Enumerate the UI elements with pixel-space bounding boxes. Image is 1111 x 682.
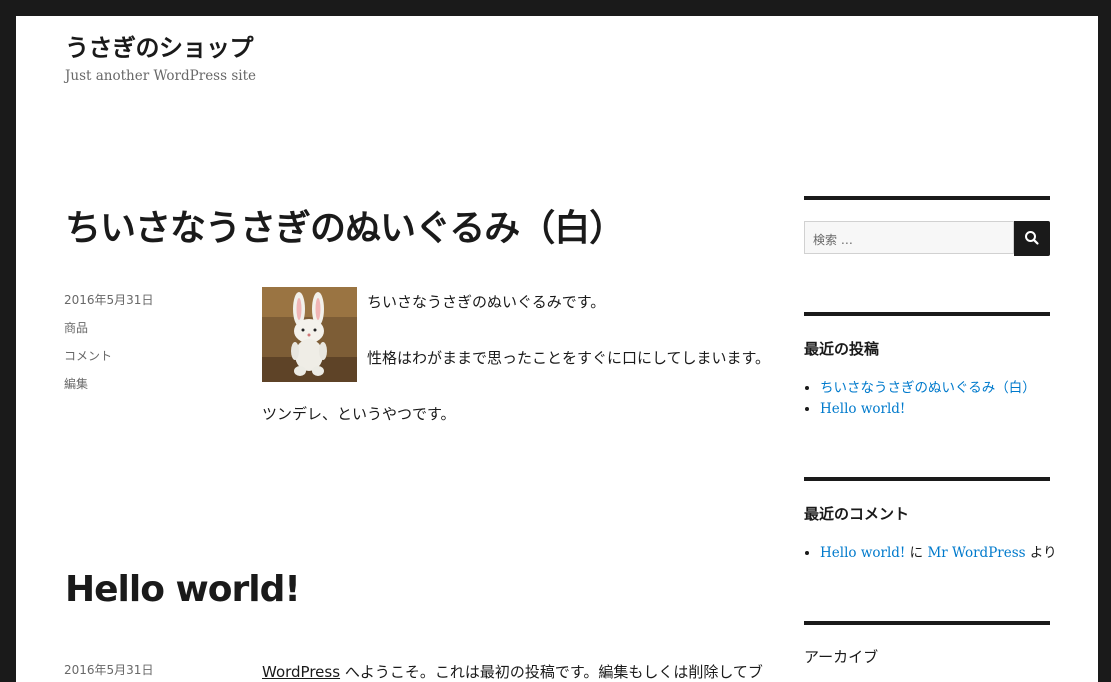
- post-paragraph: ツンデレ、というやつです。: [262, 405, 456, 423]
- recent-posts-list: ちいさなうさぎのぬいぐるみ（白） Hello world!: [804, 378, 1036, 420]
- widget-title-archives: アーカイブ: [804, 648, 879, 666]
- widget-divider: [804, 477, 1050, 481]
- widget-divider: [804, 312, 1050, 316]
- post-paragraph: WordPress へようこそ。これは最初の投稿です。編集もしくは削除してブ: [262, 661, 763, 682]
- post-category[interactable]: 商品: [64, 320, 153, 348]
- widget-title-recent-posts: 最近の投稿: [804, 340, 880, 358]
- search-button[interactable]: [1014, 221, 1050, 256]
- widget-title-recent-comments: 最近のコメント: [804, 505, 910, 523]
- rabbit-plush-illustration: [262, 287, 357, 382]
- page-frame: うさぎのショップ Just another WordPress site ちいさ…: [16, 16, 1098, 682]
- widget-divider: [804, 196, 1050, 200]
- post-title[interactable]: Hello world!: [65, 569, 301, 610]
- post-date[interactable]: 2016年5月31日: [64, 292, 153, 320]
- post-meta: 2016年5月31日 商品 コメント 編集: [64, 292, 153, 404]
- post-meta: 2016年5月31日: [64, 662, 153, 682]
- post-paragraph: ちいさなうさぎのぬいぐるみです。: [367, 293, 606, 311]
- comment-suffix: より: [1025, 545, 1057, 561]
- recent-post-link[interactable]: ちいさなうさぎのぬいぐるみ（白）: [820, 380, 1036, 396]
- site-description: Just another WordPress site: [65, 68, 256, 84]
- search-input[interactable]: 検索 …: [804, 221, 1014, 254]
- site-title[interactable]: うさぎのショップ: [65, 28, 254, 63]
- list-item: Hello world! に Mr WordPress より: [820, 543, 1057, 564]
- list-item: Hello world!: [820, 399, 1036, 420]
- comment-post-link[interactable]: Hello world!: [820, 545, 905, 561]
- list-item: ちいさなうさぎのぬいぐるみ（白）: [820, 378, 1036, 399]
- widget-divider: [804, 621, 1050, 625]
- post-date[interactable]: 2016年5月31日: [64, 662, 153, 682]
- post-text: へようこそ。これは最初の投稿です。編集もしくは削除してブ: [340, 663, 763, 681]
- post-paragraph: 性格はわがままで思ったことをすぐに口にしてしまいます。: [367, 349, 771, 367]
- wordpress-link[interactable]: WordPress: [262, 663, 340, 681]
- post-comments-link[interactable]: コメント: [64, 348, 153, 376]
- recent-comments-list: Hello world! に Mr WordPress より: [804, 543, 1057, 564]
- comment-connector: に: [905, 545, 928, 561]
- post-edit-link[interactable]: 編集: [64, 376, 153, 404]
- recent-post-link[interactable]: Hello world!: [820, 401, 905, 417]
- post-thumbnail-image[interactable]: [262, 287, 357, 382]
- comment-author-link[interactable]: Mr WordPress: [927, 545, 1025, 561]
- post-title[interactable]: ちいさなうさぎのぬいぐるみ（白）: [65, 199, 625, 251]
- search-icon: [1025, 231, 1039, 245]
